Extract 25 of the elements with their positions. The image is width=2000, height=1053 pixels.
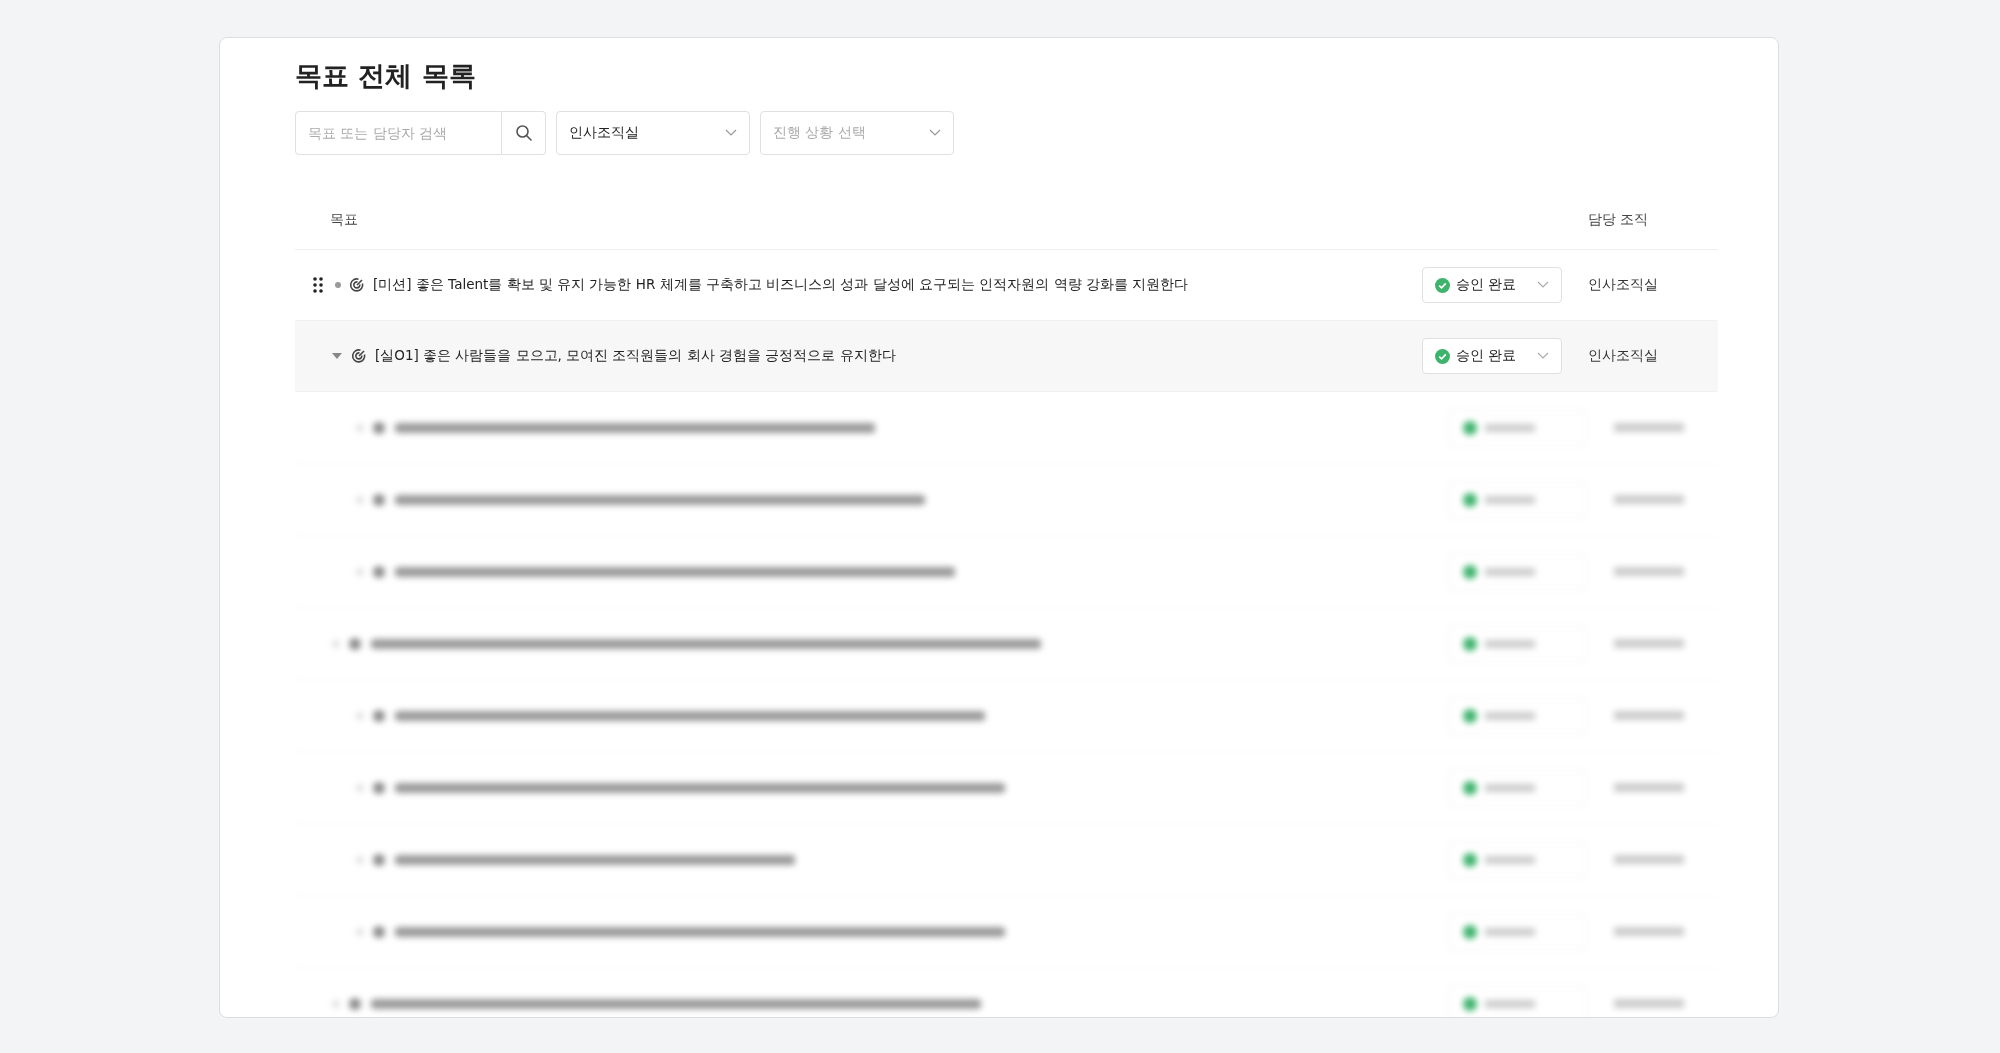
drag-handle-icon[interactable] <box>313 277 323 293</box>
column-header: 목표 <box>330 211 358 229</box>
table-row[interactable]: [실O1] 좋은 사람들을 모으고, 모여진 조직원들의 회사 경험을 긍정적으로 유지한다 승인 완료 인사조직실 <box>295 321 1718 392</box>
chevron-down-icon <box>725 129 737 137</box>
goal-title: [미션] 좋은 Talent를 확보 및 유지 가능한 HR 체계를 구축하고 비즈니스의 성과 달성에 요구되는 인적자원의 역량 강화를 지원한다 <box>373 276 1189 294</box>
check-circle-icon <box>1435 277 1450 293</box>
chevron-down-icon <box>1537 352 1549 360</box>
search-icon <box>514 124 533 142</box>
organization-cell-text: 인사조직실 <box>1587 347 1659 365</box>
goal-title: [실O1] 좋은 사람들을 모으고, 모여진 조직원들의 회사 경험을 긍정적으로 유지한다 <box>375 347 896 365</box>
search-button[interactable] <box>502 111 546 155</box>
chevron-down-icon <box>1537 281 1549 289</box>
status-dropdown[interactable]: 승인 완료 <box>1422 338 1562 374</box>
check-circle-icon <box>1435 348 1450 364</box>
status-dropdown[interactable]: 승인 완료 <box>1422 267 1562 303</box>
caret-icon[interactable] <box>331 352 343 360</box>
organization-dropdown[interactable]: 인사조직실 <box>556 111 750 155</box>
target-icon <box>349 277 365 293</box>
column-header: 담당 조직 <box>1588 211 1650 229</box>
chevron-down-icon <box>929 129 941 137</box>
page-title: 목표 전체 목록 <box>295 59 477 93</box>
search-field[interactable]: 목표 또는 담당자 검색 <box>295 111 502 155</box>
target-icon <box>351 348 367 364</box>
bullet-icon <box>335 282 341 288</box>
organization-cell-text: 인사조직실 <box>1587 276 1659 294</box>
